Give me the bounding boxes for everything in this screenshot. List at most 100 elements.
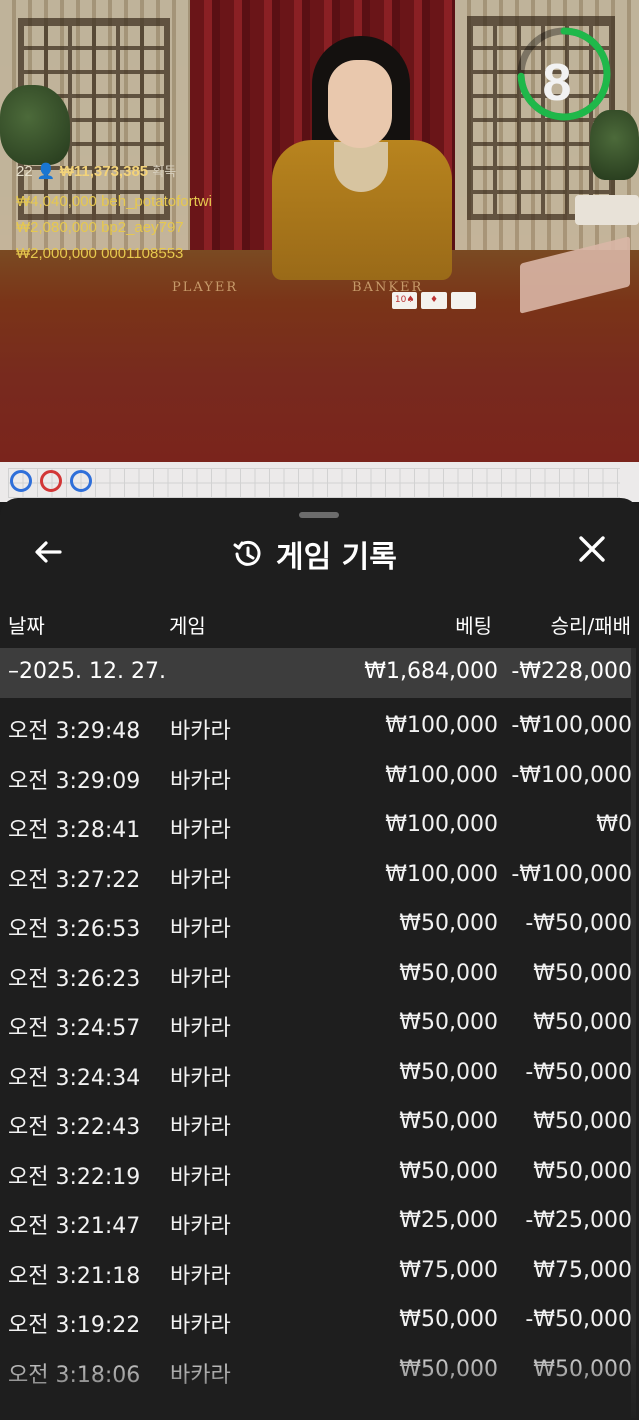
table-row[interactable]: 오전 3:28:41 바카라 ₩100,000 ₩0 (0, 802, 634, 852)
row-bet: ₩50,000 (399, 1356, 498, 1382)
roadmap-grid (8, 468, 620, 498)
person-icon: 👤 (36, 163, 56, 180)
row-time: 오전 3:22:19 (8, 1164, 141, 1190)
row-game: 바카라 (170, 768, 231, 794)
countdown-timer: 8 (542, 54, 572, 112)
row-time: 오전 3:19:22 (8, 1313, 141, 1338)
row-result: -₩100,000 (511, 861, 632, 887)
pot-right (575, 195, 639, 225)
row-bet: ₩50,000 (399, 1059, 498, 1085)
table-row[interactable]: 오전 3:27:22 바카라 ₩100,000 -₩100,000 (0, 852, 634, 902)
row-time: 오전 3:29:09 (8, 768, 141, 794)
row-game: 바카라 (170, 917, 231, 942)
row-result: ₩50,000 (533, 1010, 632, 1035)
player-count: 22 (16, 163, 33, 180)
row-time: 오전 3:26:53 (8, 917, 141, 942)
row-time: 오전 3:21:18 (8, 1263, 141, 1289)
winner-row: ₩2,080,000 bp2_aey797 (16, 219, 184, 236)
row-result: -₩100,000 (511, 762, 632, 788)
row-time: 오전 3:27:22 (8, 867, 141, 893)
row-result: ₩50,000 (533, 1356, 632, 1382)
winner-user: 0001108553 (101, 245, 184, 262)
row-bet: ₩25,000 (399, 1208, 498, 1233)
table-row[interactable]: 오전 3:24:34 바카라 ₩50,000 -₩50,000 (0, 1050, 634, 1100)
winner-user: bp2_aey797 (101, 219, 184, 236)
winner-row: ₩2,000,000 0001108553 (16, 245, 183, 262)
table-row[interactable]: 오전 3:29:48 바카라 ₩100,000 -₩100,000 (0, 703, 634, 753)
row-bet: ₩100,000 (385, 812, 498, 837)
player-marker (70, 470, 92, 492)
player-marker (10, 470, 32, 492)
total-winnings: ₩11,373,385 (59, 163, 149, 180)
table-row[interactable]: 오전 3:21:47 바카라 ₩25,000 -₩25,000 (0, 1198, 634, 1248)
scrollbar[interactable] (631, 648, 636, 1418)
column-game: 게임 (169, 614, 206, 638)
dealt-cards: 10♠ ♦ (392, 292, 476, 310)
row-time: 오전 3:24:57 (8, 1016, 141, 1041)
row-bet: ₩50,000 (399, 1158, 498, 1184)
date-group-row[interactable]: –2025. 12. 27. ₩1,684,000 -₩228,000 (0, 648, 634, 698)
history-list: 오전 3:29:48 바카라 ₩100,000 -₩100,000 오전 3:29:09… (0, 703, 634, 1396)
row-bet: ₩100,000 (385, 762, 498, 788)
winner-amount: ₩4,040,000 (16, 193, 97, 210)
table-row[interactable]: 오전 3:21:18 바카라 ₩75,000 ₩75,000 (0, 1248, 634, 1298)
close-icon[interactable] (574, 534, 610, 570)
row-bet: ₩50,000 (399, 911, 498, 936)
row-game: 바카라 (170, 1313, 231, 1338)
group-date: –2025. 12. 27. (8, 659, 166, 684)
row-game: 바카라 (170, 1115, 231, 1140)
row-time: 오전 3:26:23 (8, 966, 141, 992)
row-result: ₩75,000 (533, 1257, 632, 1283)
column-bet: 베팅 (455, 614, 492, 638)
row-game: 바카라 (170, 1362, 231, 1388)
row-time: 오전 3:22:43 (8, 1115, 141, 1140)
bonsai-tree-left (0, 85, 70, 165)
row-game: 바카라 (170, 1263, 231, 1289)
game-history-panel: 게임 기록 날짜 게임 베팅 승리/패배 –2025. 12. 27. ₩1,6… (0, 498, 639, 1420)
history-icon (233, 540, 261, 566)
row-game: 바카라 (170, 1164, 231, 1190)
table-row[interactable]: 오전 3:19:22 바카라 ₩50,000 -₩50,000 (0, 1297, 634, 1347)
winner-amount: ₩2,000,000 (16, 245, 97, 262)
winner-row: ₩4,040,000 beh_potatofortwi (16, 193, 212, 210)
row-result: -₩50,000 (525, 1307, 632, 1332)
row-bet: ₩50,000 (399, 1307, 498, 1332)
live-video: PLAYER BANKER 10♠ ♦ 8 22 👤 ₩11,373,385 획득… (0, 0, 639, 462)
row-bet: ₩75,000 (399, 1257, 498, 1283)
arrow-left-icon[interactable] (32, 536, 64, 568)
row-bet: ₩100,000 (385, 861, 498, 887)
table-row[interactable]: 오전 3:22:43 바카라 ₩50,000 ₩50,000 (0, 1099, 634, 1149)
row-time: 오전 3:18:06 (8, 1362, 141, 1388)
row-result: -₩50,000 (525, 911, 632, 936)
winner-user: beh_potatofortwi (101, 193, 212, 210)
table-label-player: PLAYER (172, 280, 239, 295)
column-date: 날짜 (8, 614, 45, 638)
row-bet: ₩50,000 (399, 1010, 498, 1035)
row-game: 바카라 (170, 719, 231, 744)
table-row[interactable]: 오전 3:26:23 바카라 ₩50,000 ₩50,000 (0, 951, 634, 1001)
banker-marker (40, 470, 62, 492)
total-winnings-label: 획득 (152, 164, 177, 179)
column-result: 승리/패배 (550, 614, 631, 638)
table-row[interactable]: 오전 3:26:53 바카라 ₩50,000 -₩50,000 (0, 901, 634, 951)
row-result: ₩50,000 (533, 1158, 632, 1184)
row-time: 오전 3:21:47 (8, 1214, 141, 1239)
row-game: 바카라 (170, 1065, 231, 1091)
row-time: 오전 3:24:34 (8, 1065, 141, 1091)
table-row[interactable]: 오전 3:22:19 바카라 ₩50,000 ₩50,000 (0, 1149, 634, 1199)
row-time: 오전 3:29:48 (8, 719, 141, 744)
drag-handle[interactable] (299, 512, 339, 518)
winner-amount: ₩2,080,000 (16, 219, 97, 236)
row-result: ₩0 (596, 812, 632, 837)
table-row[interactable]: 오전 3:24:57 바카라 ₩50,000 ₩50,000 (0, 1000, 634, 1050)
row-game: 바카라 (170, 818, 231, 843)
table-row[interactable]: 오전 3:29:09 바카라 ₩100,000 -₩100,000 (0, 753, 634, 803)
row-game: 바카라 (170, 1016, 231, 1041)
roadmap-strip[interactable] (0, 462, 639, 502)
panel-title-group: 게임 기록 (232, 534, 397, 575)
row-bet: ₩50,000 (399, 1109, 498, 1134)
panel-title: 게임 기록 (276, 540, 397, 575)
table-row[interactable]: 오전 3:18:06 바카라 ₩50,000 ₩50,000 (0, 1347, 634, 1397)
row-game: 바카라 (170, 966, 231, 992)
row-result: -₩100,000 (511, 713, 632, 738)
